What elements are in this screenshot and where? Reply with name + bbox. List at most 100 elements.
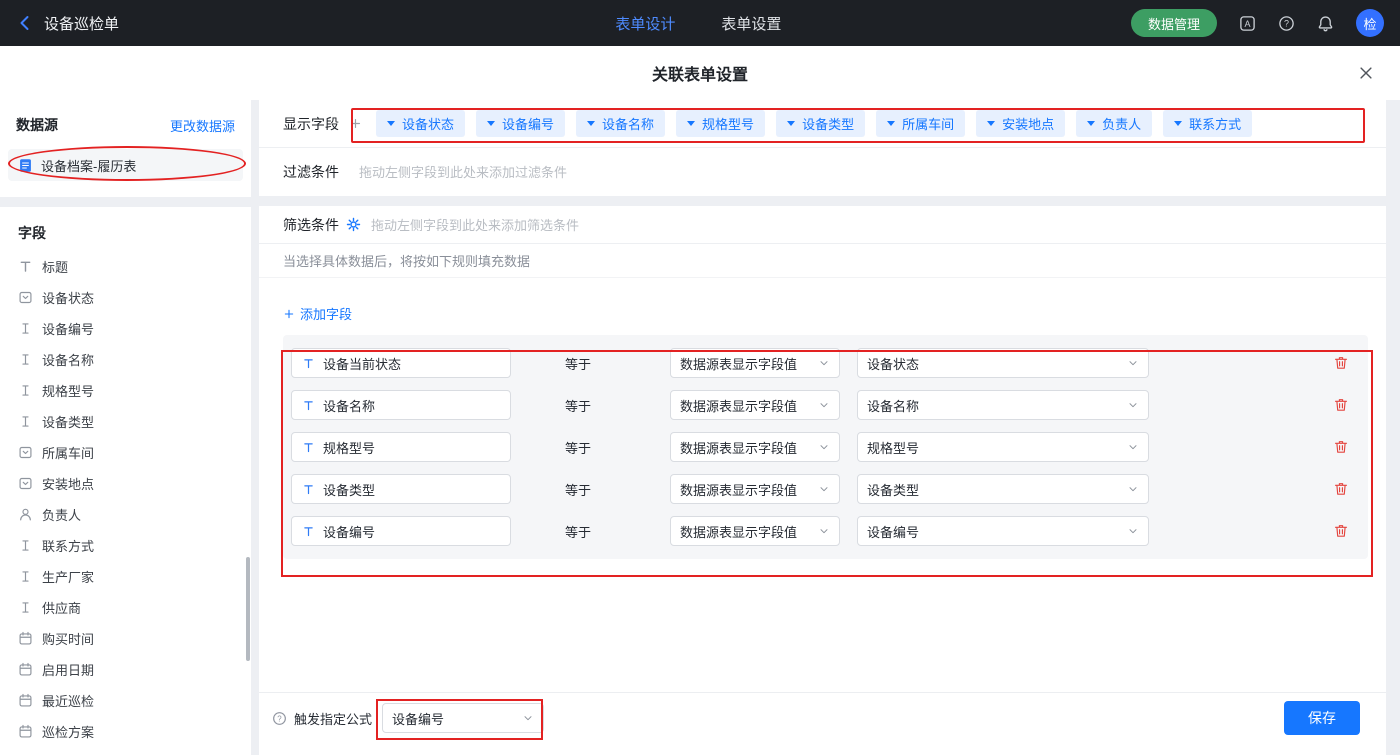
- plus-icon: [283, 308, 295, 320]
- datasource-card: 数据源 更改数据源 设备档案-履历表: [0, 100, 251, 197]
- target-field-input[interactable]: 设备类型: [291, 474, 511, 504]
- field-item-device-name[interactable]: 设备名称: [0, 344, 251, 375]
- input-icon: [18, 414, 33, 429]
- display-field-chip[interactable]: 规格型号: [676, 110, 765, 137]
- bell-icon[interactable]: [1317, 15, 1334, 32]
- source-type-select[interactable]: 数据源表显示字段值: [670, 390, 840, 420]
- input-icon: [18, 600, 33, 615]
- delete-rule-icon[interactable]: [1333, 397, 1349, 413]
- field-item-device-no[interactable]: 设备编号: [0, 313, 251, 344]
- display-field-chip[interactable]: 负责人: [1076, 110, 1152, 137]
- display-field-chip[interactable]: 设备状态: [376, 110, 465, 137]
- add-field-button[interactable]: 添加字段: [283, 304, 352, 323]
- help-icon[interactable]: [272, 711, 287, 726]
- field-label: 巡检方案: [42, 722, 94, 741]
- delete-rule-icon[interactable]: [1333, 481, 1349, 497]
- field-item-inspect-plan[interactable]: 巡检方案: [0, 716, 251, 747]
- target-field-input[interactable]: 规格型号: [291, 432, 511, 462]
- field-item-owner[interactable]: 负责人: [0, 499, 251, 530]
- chevron-down-icon: [1127, 399, 1139, 411]
- rules-card: 筛选条件 拖动左侧字段到此处来添加筛选条件 当选择具体数据后，将按如下规则填充数…: [259, 206, 1386, 755]
- field-label: 购买时间: [42, 629, 94, 648]
- avatar[interactable]: 检: [1356, 9, 1384, 37]
- add-display-field-icon[interactable]: [349, 117, 362, 130]
- chip-label: 设备编号: [502, 114, 554, 133]
- field-item-purchase-date[interactable]: 购买时间: [0, 623, 251, 654]
- screen-condition-label: 筛选条件: [283, 215, 339, 235]
- field-item-device-status[interactable]: 设备状态: [0, 282, 251, 313]
- source-type-select[interactable]: 数据源表显示字段值: [670, 474, 840, 504]
- source-type-value: 数据源表显示字段值: [680, 354, 797, 373]
- text-field-icon: [302, 357, 315, 370]
- help-icon[interactable]: [1278, 15, 1295, 32]
- source-field-value: 设备编号: [867, 522, 919, 541]
- chevron-down-icon: [818, 483, 830, 495]
- screen-condition-dropzone[interactable]: 拖动左侧字段到此处来添加筛选条件: [371, 215, 579, 234]
- title-icon: [18, 259, 33, 274]
- sidebar-scrollbar[interactable]: [246, 557, 250, 661]
- source-field-select[interactable]: 规格型号: [857, 432, 1149, 462]
- tab-form-design[interactable]: 表单设计: [615, 13, 675, 34]
- source-type-select[interactable]: 数据源表显示字段值: [670, 348, 840, 378]
- text-field-icon: [302, 441, 315, 454]
- translate-icon[interactable]: [1239, 15, 1256, 32]
- data-manage-button[interactable]: 数据管理: [1131, 9, 1217, 37]
- source-type-select[interactable]: 数据源表显示字段值: [670, 432, 840, 462]
- field-item-location[interactable]: 安装地点: [0, 468, 251, 499]
- datasource-item[interactable]: 设备档案-履历表: [8, 149, 243, 181]
- field-item-manufacturer[interactable]: 生产厂家: [0, 561, 251, 592]
- chip-label: 负责人: [1102, 114, 1141, 133]
- chevron-down-icon: [1127, 483, 1139, 495]
- display-field-chip[interactable]: 设备名称: [576, 110, 665, 137]
- date-icon: [18, 631, 33, 646]
- target-field-input[interactable]: 设备当前状态: [291, 348, 511, 378]
- field-item-contact[interactable]: 联系方式: [0, 530, 251, 561]
- source-type-select[interactable]: 数据源表显示字段值: [670, 516, 840, 546]
- source-field-select[interactable]: 设备状态: [857, 348, 1149, 378]
- close-icon[interactable]: [1358, 65, 1374, 81]
- save-button[interactable]: 保存: [1284, 701, 1360, 735]
- delete-rule-icon[interactable]: [1333, 523, 1349, 539]
- trigger-field-select[interactable]: 设备编号: [382, 703, 544, 733]
- display-field-chip[interactable]: 设备编号: [476, 110, 565, 137]
- field-item-last-inspect[interactable]: 最近巡检: [0, 685, 251, 716]
- filter-dropzone[interactable]: 拖动左侧字段到此处来添加过滤条件: [359, 162, 567, 181]
- field-item-title[interactable]: 标题: [0, 251, 251, 282]
- select-icon: [18, 290, 33, 305]
- field-item-device-type[interactable]: 设备类型: [0, 406, 251, 437]
- source-field-select[interactable]: 设备类型: [857, 474, 1149, 504]
- change-datasource-link[interactable]: 更改数据源: [170, 116, 235, 135]
- display-field-chip[interactable]: 设备类型: [776, 110, 865, 137]
- delete-rule-icon[interactable]: [1333, 439, 1349, 455]
- field-item-spec-model[interactable]: 规格型号: [0, 375, 251, 406]
- fields-title: 字段: [0, 207, 251, 251]
- display-field-chip[interactable]: 安装地点: [976, 110, 1065, 137]
- source-type-value: 数据源表显示字段值: [680, 396, 797, 415]
- operator-label: 等于: [565, 354, 593, 373]
- display-field-chip[interactable]: 所属车间: [876, 110, 965, 137]
- delete-rule-icon[interactable]: [1333, 355, 1349, 371]
- target-field-input[interactable]: 设备名称: [291, 390, 511, 420]
- chevron-down-icon: [1087, 121, 1095, 126]
- text-field-icon: [302, 399, 315, 412]
- trigger-field-value: 设备编号: [392, 709, 444, 728]
- field-label: 设备类型: [42, 412, 94, 431]
- source-field-select[interactable]: 设备编号: [857, 516, 1149, 546]
- select-icon: [18, 476, 33, 491]
- chip-label: 设备类型: [802, 114, 854, 133]
- field-item-workshop[interactable]: 所属车间: [0, 437, 251, 468]
- field-label: 标题: [42, 257, 68, 276]
- display-field-chip[interactable]: 联系方式: [1163, 110, 1252, 137]
- field-label: 设备名称: [42, 350, 94, 369]
- gear-icon[interactable]: [346, 217, 361, 232]
- source-field-select[interactable]: 设备名称: [857, 390, 1149, 420]
- target-field-input[interactable]: 设备编号: [291, 516, 511, 546]
- tab-form-settings[interactable]: 表单设置: [721, 13, 781, 34]
- trigger-formula-label: 触发指定公式: [294, 709, 372, 728]
- back-icon[interactable]: [16, 14, 34, 32]
- rule-row: 设备名称 等于 数据源表显示字段值 设备名称: [291, 390, 1358, 420]
- field-item-supplier[interactable]: 供应商: [0, 592, 251, 623]
- field-label: 设备编号: [42, 319, 94, 338]
- field-item-enable-date[interactable]: 启用日期: [0, 654, 251, 685]
- chevron-down-icon: [687, 121, 695, 126]
